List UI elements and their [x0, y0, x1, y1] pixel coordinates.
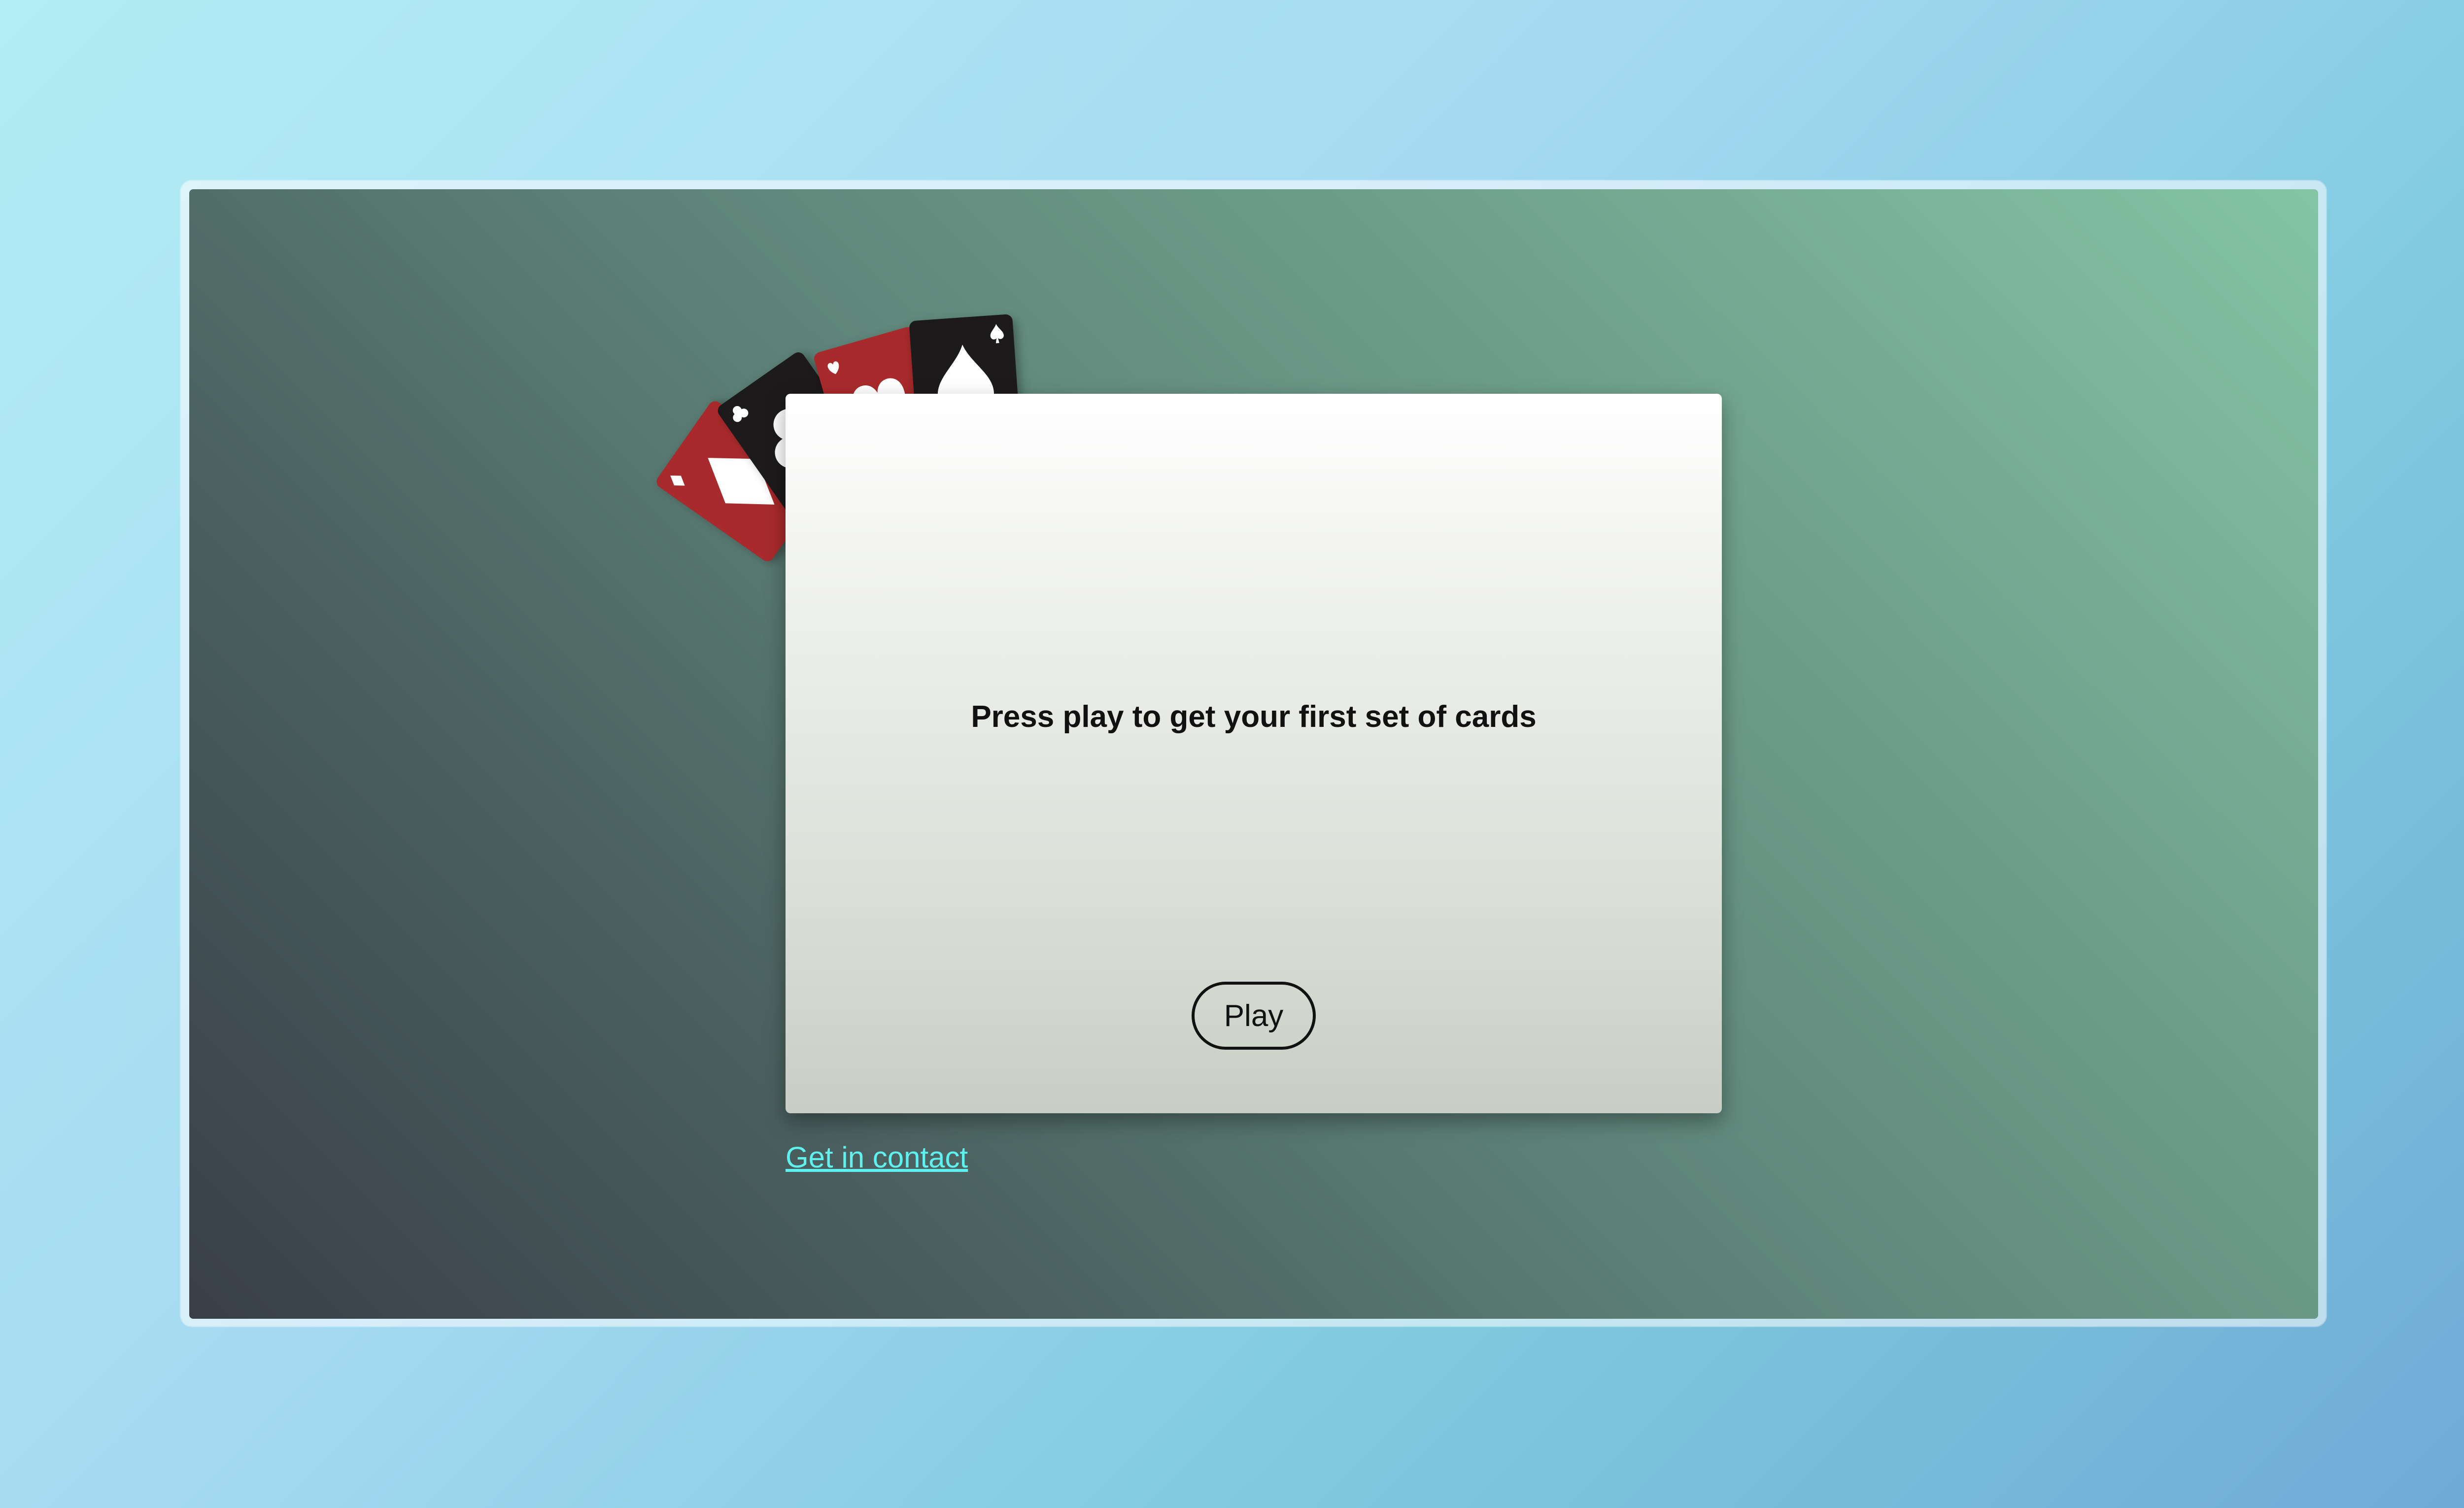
game-viewport: Press play to get your first set of card…	[189, 189, 2318, 1319]
game-prompt: Press play to get your first set of card…	[971, 700, 1537, 734]
play-button[interactable]: Play	[1192, 982, 1316, 1050]
contact-link[interactable]: Get in contact	[786, 1140, 968, 1174]
game-panel: Press play to get your first set of card…	[786, 394, 1722, 1113]
